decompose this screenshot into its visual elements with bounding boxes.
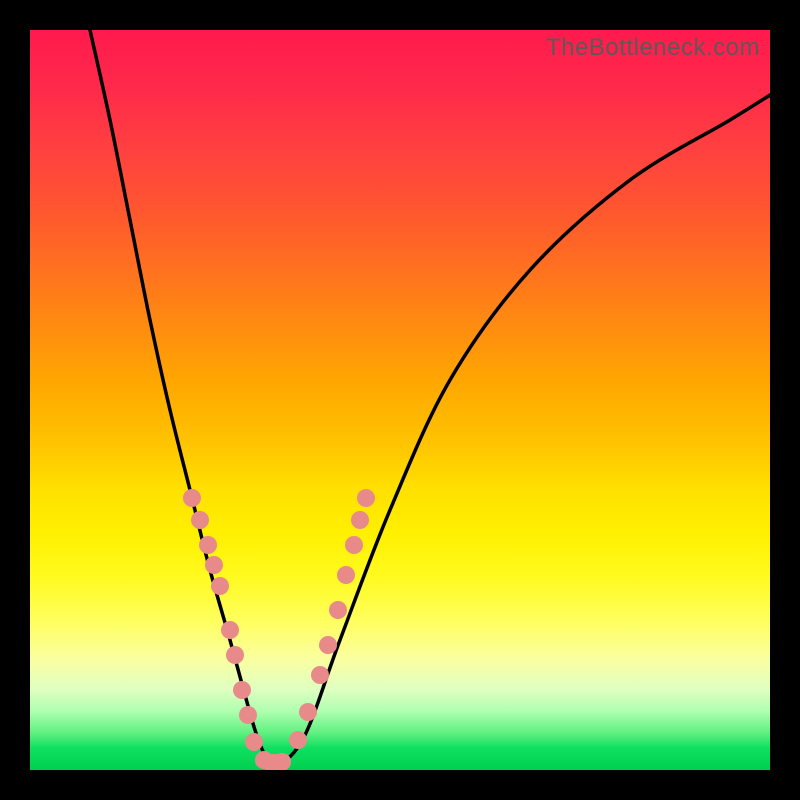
dots-left-branch xyxy=(226,646,244,664)
dots-right-branch xyxy=(357,489,375,507)
plot-area: TheBottleneck.com xyxy=(30,30,770,770)
dots-left-branch xyxy=(221,621,239,639)
dots-left-branch xyxy=(239,706,257,724)
data-markers xyxy=(183,489,375,770)
dots-left-branch xyxy=(211,577,229,595)
curve-svg xyxy=(30,30,770,770)
dots-right-branch xyxy=(329,601,347,619)
dots-left-branch xyxy=(183,489,201,507)
dots-right-branch xyxy=(351,511,369,529)
dots-left-branch xyxy=(233,681,251,699)
dots-right-branch xyxy=(345,536,363,554)
dots-right-branch xyxy=(299,703,317,721)
dots-left-branch xyxy=(199,536,217,554)
dots-right-branch xyxy=(337,566,355,584)
dots-left-branch xyxy=(245,733,263,751)
dots-right-branch xyxy=(319,636,337,654)
dots-right-branch xyxy=(289,731,307,749)
dots-right-branch xyxy=(311,666,329,684)
chart-container: TheBottleneck.com xyxy=(0,0,800,800)
bottom-bar xyxy=(255,754,291,768)
dots-left-branch xyxy=(191,511,209,529)
dots-left-branch xyxy=(205,556,223,574)
main-curve xyxy=(90,30,770,766)
